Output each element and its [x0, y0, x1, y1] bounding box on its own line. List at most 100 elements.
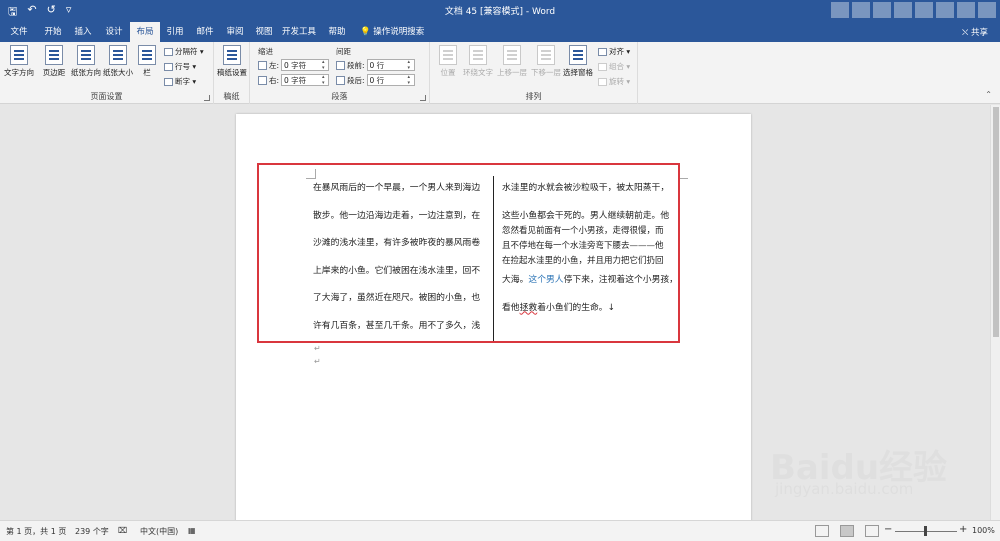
page-setup-launcher-icon[interactable]: [204, 95, 210, 101]
title-bar: 🖫 ↶ ↺ ▿ 文档 45 [兼容模式] - Word: [0, 0, 1000, 22]
selection-pane-button[interactable]: 选择窗格: [562, 45, 594, 78]
scrollbar-thumb[interactable]: [993, 107, 999, 337]
paragraph-mark: ↵: [314, 357, 321, 366]
spacing-before-row: 段前: 0 行: [336, 59, 415, 71]
baidu-watermark-url: jingyan.baidu.com: [775, 480, 914, 498]
send-backward-button[interactable]: 下移一层: [530, 45, 562, 78]
breaks-button[interactable]: 分隔符 ▾: [164, 46, 204, 57]
position-icon: [439, 45, 457, 65]
columns-label: 栏: [143, 68, 151, 77]
ribbon-tabs: 文件 开始 插入 设计 布局 引用 邮件 审阅 视图 开发工具 帮助 💡 操作说…: [0, 22, 1000, 42]
line-numbers-icon: [164, 62, 173, 71]
hyphenation-icon: [164, 77, 173, 86]
web-layout-icon[interactable]: [865, 525, 879, 537]
text-direction-icon: [10, 45, 28, 65]
group-objects-button[interactable]: 组合 ▾: [598, 61, 630, 72]
tab-view[interactable]: 视图: [249, 22, 279, 42]
spacing-before-icon: [336, 60, 345, 70]
hyphenation-button[interactable]: 断字 ▾: [164, 76, 196, 87]
page-setup-group-label: 页面设置: [90, 92, 123, 101]
collapse-ribbon-icon[interactable]: ⌃: [985, 90, 992, 99]
bring-forward-button[interactable]: 上移一层: [496, 45, 528, 78]
page-count[interactable]: 第 1 页，共 1 页: [6, 526, 66, 537]
tab-developer[interactable]: 开发工具: [279, 22, 319, 42]
spacing-after-label: 段后:: [347, 75, 365, 85]
orientation-button[interactable]: 纸张方向: [70, 45, 102, 78]
line-numbers-button[interactable]: 行号 ▾: [164, 61, 196, 72]
paragraph-group-label: 段落: [331, 92, 348, 101]
size-label: 纸张大小: [103, 68, 133, 77]
breaks-label: 分隔符 ▾: [175, 47, 204, 56]
indent-right-input[interactable]: 0 字符: [281, 74, 330, 86]
group-manuscript: 稿纸设置 稿纸: [214, 42, 250, 104]
macro-record-icon[interactable]: ▦: [188, 526, 196, 535]
position-button[interactable]: 位置: [432, 45, 464, 78]
group-paragraph: 缩进 间距 左: 0 字符 右: 0 字符 段前: 0 行 段后: 0 行 段落: [250, 42, 430, 104]
columns-button[interactable]: 栏: [136, 45, 158, 78]
margins-label: 页边距: [42, 68, 66, 77]
text-direction-button[interactable]: 文字方向: [3, 45, 35, 78]
proofing-icon[interactable]: ⌧: [118, 526, 127, 535]
tab-review[interactable]: 审阅: [220, 22, 250, 42]
document-page[interactable]: 在暴风雨后的一个早晨，一个男人来到海边 散步。他一边沿海边走着，一边注意到，在 …: [236, 114, 751, 520]
language[interactable]: 中文(中国): [140, 526, 178, 537]
manuscript-settings-button[interactable]: 稿纸设置: [216, 45, 248, 78]
zoom-out-button[interactable]: −: [884, 524, 892, 535]
tab-design[interactable]: 设计: [99, 22, 129, 42]
vertical-scrollbar[interactable]: [990, 105, 1000, 520]
tab-references[interactable]: 引用: [160, 22, 190, 42]
align-label: 对齐 ▾: [609, 47, 631, 56]
tell-me-search[interactable]: 💡 操作说明搜索: [360, 22, 424, 42]
hyphenation-label: 断字 ▾: [175, 77, 197, 86]
orientation-label: 纸张方向: [71, 68, 101, 77]
read-mode-icon[interactable]: [815, 525, 829, 537]
group-arrange: 位置 环绕文字 上移一层 下移一层 选择窗格 对齐 ▾ 组合 ▾ 旋转 ▾ 排列: [430, 42, 638, 104]
annotation-highlight-box: [257, 163, 680, 343]
spacing-before-input[interactable]: 0 行: [366, 59, 415, 71]
indent-right-label: 右:: [269, 75, 280, 85]
wrap-text-label: 环绕文字: [463, 68, 493, 77]
tab-insert[interactable]: 插入: [68, 22, 98, 42]
paragraph-launcher-icon[interactable]: [420, 95, 426, 101]
spacing-before-label: 段前:: [347, 60, 365, 70]
tell-me-label: 操作说明搜索: [373, 27, 425, 37]
bring-forward-label: 上移一层: [497, 68, 527, 77]
print-layout-icon[interactable]: [840, 525, 854, 537]
window-controls[interactable]: [831, 2, 996, 18]
spacing-title: 间距: [336, 47, 351, 56]
lightbulb-icon: 💡: [360, 27, 371, 37]
arrange-group-label: 排列: [525, 92, 542, 101]
tab-home[interactable]: 开始: [38, 22, 68, 42]
align-button[interactable]: 对齐 ▾: [598, 46, 630, 57]
wrap-text-icon: [469, 45, 487, 65]
group-icon: [598, 62, 607, 71]
send-backward-icon: [537, 45, 555, 65]
zoom-in-button[interactable]: +: [959, 524, 967, 535]
margins-button[interactable]: 页边距: [38, 45, 70, 78]
zoom-slider-thumb[interactable]: [924, 526, 927, 536]
tab-mailings[interactable]: 邮件: [190, 22, 220, 42]
share-button[interactable]: ⛌ 共享: [962, 26, 988, 38]
size-button[interactable]: 纸张大小: [102, 45, 134, 78]
page-size-icon: [109, 45, 127, 65]
tab-layout[interactable]: 布局: [130, 22, 160, 42]
selection-pane-label: 选择窗格: [563, 68, 593, 77]
zoom-level[interactable]: 100%: [972, 526, 995, 535]
manuscript-icon: [223, 45, 241, 65]
breaks-icon: [164, 47, 173, 56]
align-icon: [598, 47, 607, 56]
tab-file[interactable]: 文件: [4, 22, 34, 42]
rotate-label: 旋转 ▾: [609, 77, 631, 86]
tab-help[interactable]: 帮助: [322, 22, 352, 42]
spacing-after-row: 段后: 0 行: [336, 74, 415, 86]
bring-forward-icon: [503, 45, 521, 65]
indent-left-input[interactable]: 0 字符: [281, 59, 330, 71]
ribbon-layout: 文字方向 页边距 纸张方向 纸张大小 栏 分隔符 ▾ 行号 ▾ 断字 ▾ 页面设…: [0, 42, 1000, 104]
share-label: 共享: [970, 28, 988, 38]
rotate-button[interactable]: 旋转 ▾: [598, 76, 630, 87]
indent-title: 缩进: [258, 47, 273, 56]
word-count[interactable]: 239 个字: [75, 526, 109, 537]
wrap-text-button[interactable]: 环绕文字: [462, 45, 494, 78]
send-backward-label: 下移一层: [531, 68, 561, 77]
spacing-after-input[interactable]: 0 行: [366, 74, 415, 86]
